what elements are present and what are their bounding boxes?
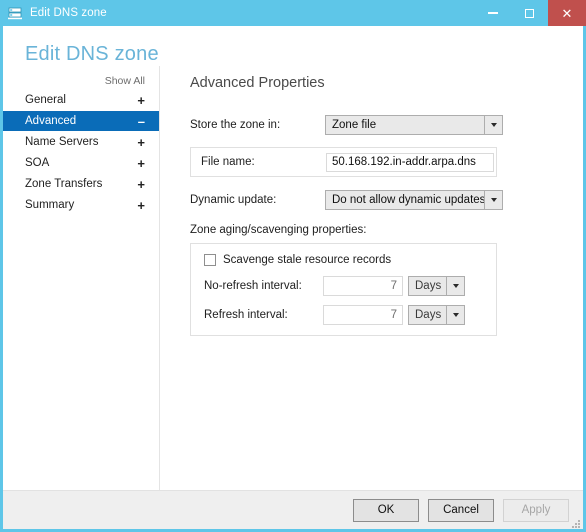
- content-pane: Advanced Properties Store the zone in: Z…: [160, 66, 583, 490]
- dynamic-update-value: Do not allow dynamic updates: [332, 194, 484, 206]
- sidebar-item-label: Summary: [25, 199, 75, 211]
- ok-button[interactable]: OK: [353, 498, 419, 522]
- resize-grip-icon[interactable]: [568, 516, 580, 528]
- section-title: Advanced Properties: [190, 75, 325, 91]
- expander-plus-icon[interactable]: +: [137, 136, 145, 149]
- refresh-row: Refresh interval: 7 Days: [204, 305, 496, 325]
- minimize-icon: [487, 12, 498, 14]
- apply-button: Apply: [503, 498, 569, 522]
- expander-plus-icon[interactable]: +: [137, 157, 145, 170]
- refresh-units-dropdown[interactable]: Days: [408, 305, 465, 325]
- dynamic-update-dropdown[interactable]: Do not allow dynamic updates: [325, 190, 503, 210]
- dialog-footer: OK Cancel Apply: [3, 490, 583, 529]
- close-icon: ✕: [561, 5, 573, 21]
- sidebar-item-name-servers[interactable]: Name Servers +: [3, 132, 159, 152]
- file-name-row: File name: 50.168.192.in-addr.arpa.dns: [190, 147, 497, 177]
- expander-plus-icon[interactable]: +: [137, 94, 145, 107]
- dynamic-update-label: Dynamic update:: [190, 194, 277, 206]
- dns-zone-icon: [7, 5, 23, 21]
- sidebar-item-label: SOA: [25, 157, 50, 169]
- no-refresh-row: No-refresh interval: 7 Days: [204, 276, 496, 296]
- window-title: Edit DNS zone: [30, 7, 107, 19]
- chevron-down-icon[interactable]: [484, 191, 502, 209]
- aging-caption: Zone aging/scavenging properties:: [190, 224, 367, 236]
- store-zone-value: Zone file: [332, 119, 377, 131]
- navigation-panel: Show All General + Advanced – Name Serve…: [3, 66, 160, 490]
- window-controls: ✕: [474, 0, 586, 26]
- expander-plus-icon[interactable]: +: [137, 178, 145, 191]
- cancel-button[interactable]: Cancel: [428, 498, 494, 522]
- title-bar: Edit DNS zone ✕: [0, 0, 586, 26]
- refresh-units-value: Days: [415, 309, 442, 321]
- aging-groupbox: Scavenge stale resource records No-refre…: [190, 243, 497, 336]
- store-zone-dropdown[interactable]: Zone file: [325, 115, 503, 135]
- expander-minus-icon[interactable]: –: [138, 115, 145, 128]
- no-refresh-units-value: Days: [415, 280, 442, 292]
- maximize-button[interactable]: [511, 0, 548, 26]
- file-name-input[interactable]: 50.168.192.in-addr.arpa.dns: [326, 152, 494, 172]
- dynamic-update-row: Dynamic update: Do not allow dynamic upd…: [190, 190, 583, 210]
- refresh-label: Refresh interval:: [204, 309, 288, 321]
- show-all-link[interactable]: Show All: [3, 75, 159, 87]
- maximize-icon: [525, 8, 534, 18]
- scavenge-label: Scavenge stale resource records: [223, 254, 392, 266]
- no-refresh-label: No-refresh interval:: [204, 280, 302, 292]
- no-refresh-input[interactable]: 7: [323, 276, 403, 296]
- minimize-button[interactable]: [474, 0, 511, 26]
- expander-plus-icon[interactable]: +: [137, 199, 145, 212]
- store-zone-row: Store the zone in: Zone file: [190, 115, 583, 135]
- sidebar-item-label: Zone Transfers: [25, 178, 103, 190]
- file-name-label: File name:: [201, 156, 255, 168]
- page-title: Edit DNS zone: [25, 43, 159, 65]
- close-button[interactable]: ✕: [548, 0, 586, 26]
- edit-dns-zone-window: Edit DNS zone ✕ Edit DNS zone Show All G…: [0, 0, 586, 532]
- refresh-input[interactable]: 7: [323, 305, 403, 325]
- sidebar-item-general[interactable]: General +: [3, 90, 159, 110]
- scavenge-checkbox[interactable]: [204, 254, 216, 266]
- chevron-down-icon[interactable]: [446, 277, 464, 295]
- store-zone-label: Store the zone in:: [190, 119, 281, 131]
- sidebar-item-summary[interactable]: Summary +: [3, 195, 159, 215]
- sidebar-item-label: General: [25, 94, 66, 106]
- sidebar-item-label: Name Servers: [25, 136, 99, 148]
- scavenge-row[interactable]: Scavenge stale resource records: [204, 254, 496, 266]
- no-refresh-units-dropdown[interactable]: Days: [408, 276, 465, 296]
- chevron-down-icon[interactable]: [446, 306, 464, 324]
- sidebar-item-advanced[interactable]: Advanced –: [3, 111, 159, 131]
- body-area: Show All General + Advanced – Name Serve…: [3, 66, 583, 490]
- chevron-down-icon[interactable]: [484, 116, 502, 134]
- sidebar-item-label: Advanced: [25, 115, 77, 127]
- sidebar-item-zone-transfers[interactable]: Zone Transfers +: [3, 174, 159, 194]
- sidebar-item-soa[interactable]: SOA +: [3, 153, 159, 173]
- client-area: Edit DNS zone Show All General + Advance…: [3, 26, 583, 529]
